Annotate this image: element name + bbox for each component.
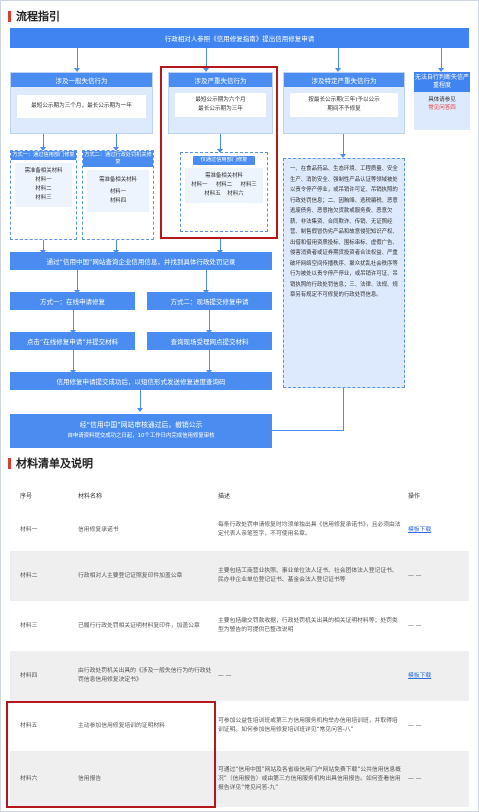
arrow-down-icon xyxy=(438,48,444,72)
section-title-text: 流程指引 xyxy=(16,10,60,23)
arrow-down-icon xyxy=(40,134,46,151)
way1-need: 需准备相关材料 xyxy=(24,168,63,174)
row-no: 材料二 xyxy=(10,551,78,601)
way1-list: 需准备相关材料 材料一 材料二 材料三 xyxy=(15,163,72,207)
table-row: 材料二 行政相对人主要登记证照复印件加盖公章 主要包括工商营业执照、事业单位法人… xyxy=(10,551,469,601)
section-title-text: 材料清单及说明 xyxy=(16,457,93,470)
highlight-serious xyxy=(160,66,278,239)
highlight-materials-5-6 xyxy=(6,701,216,808)
row-op: — — xyxy=(408,601,469,651)
material-item: 材料三 xyxy=(35,195,52,201)
arrow-down-icon xyxy=(206,310,212,334)
header-desc: 描述 xyxy=(218,482,408,509)
arrow-down-icon xyxy=(335,48,341,72)
row-op: — — xyxy=(408,551,469,601)
header-name: 材料名称 xyxy=(78,482,218,509)
arrow-down-icon xyxy=(70,310,76,334)
query-bar[interactable]: 通过“信用中国”网站查询企业信用信息，并找到具体行政处罚记录 xyxy=(10,252,272,270)
column-text: 按最长公示期(三年)予以公示 期间不予修复 xyxy=(290,93,398,117)
column-special: 涉及特定严重失信行为 按最长公示期(三年)予以公示 期间不予修复 xyxy=(283,72,405,134)
arrow-down-icon xyxy=(113,240,119,254)
arrow-down-icon xyxy=(340,134,346,158)
faq-four-link[interactable]: 常见问答四 xyxy=(414,104,470,112)
arrow-down-icon xyxy=(137,390,143,412)
column-general: 涉及一般失信行为 最短公示期为三个月，最长公示期为一年 xyxy=(10,72,153,134)
online-way[interactable]: 方式一：在线申请修复 xyxy=(10,292,135,310)
arrow-down-icon xyxy=(217,239,223,254)
arrow-down-icon xyxy=(113,134,119,151)
connector-line xyxy=(272,430,344,431)
material-item: 材料四 xyxy=(109,198,127,204)
row-desc: 可通过“信用中国”网站及各省级信用门户网站免费下载“公共信用信息概况”（信用报告… xyxy=(218,751,408,807)
row-no: 材料一 xyxy=(10,509,78,551)
title-bar-icon xyxy=(8,10,11,22)
row-desc: 主要包括缴交罚款收据，行政处罚机关出具的相关证明材料等；处罚类型为警告的可提供已… xyxy=(218,601,408,651)
row-name: 由行政处罚机关出具的《涉及一般失信行为的行政处罚信息信用修复决定书》 xyxy=(78,651,218,701)
row-desc: — — xyxy=(218,651,408,701)
sms-bar: 信用修复申请提交成功后，以短信形式发送修复进度查询码 xyxy=(10,372,272,390)
row-op: — — xyxy=(408,701,469,751)
side-line: 具体请参见 xyxy=(428,97,456,103)
onsite-step[interactable]: 查询现场受理网点提交材料 xyxy=(147,332,272,350)
column-text-line: 期间不予修复 xyxy=(327,106,361,112)
special-detail-text: 一、在食品药品、生态环境、工程质量、安全生产、消防安全、强制性产品认证等领域被处… xyxy=(283,158,405,388)
way2-box: 方式二：通过行政处罚机关修复 需准备相关材料 材料一 材料四 xyxy=(82,150,154,240)
arrow-down-icon xyxy=(203,48,209,72)
side-body: 具体请参见 常见问答四 xyxy=(414,96,470,112)
row-op: — — xyxy=(408,751,469,807)
row-desc: 主要包括工商营业执照、事业单位法人证书、社会团体法人登记证书、民办非企业单位登记… xyxy=(218,551,408,601)
way1-box: 方式一：通过信用部门修复 需准备相关材料 材料一 材料二 材料三 xyxy=(10,150,77,240)
row-name: 行政相对人主要登记证照复印件加盖公章 xyxy=(78,551,218,601)
final-bar-line2: 自申请资料提交成功之日起，10个工作日内完成信用修复审核 xyxy=(67,433,215,439)
table-row: 材料四 由行政处罚机关出具的《涉及一般失信行为的行政处罚信息信用修复决定书》 —… xyxy=(10,651,469,701)
template-download-link[interactable]: 模板下载 xyxy=(408,673,431,679)
material-item: 材料一 xyxy=(35,177,52,183)
section-title-process: 流程指引 xyxy=(8,8,60,24)
arrow-down-icon xyxy=(74,270,80,294)
header-no: 序号 xyxy=(10,482,78,509)
column-text: 最短公示期为三个月，最长公示期为一年 xyxy=(17,95,146,118)
final-bar-line1: 经“信用中国”网站审核通过后，撤销公示 xyxy=(79,421,203,429)
material-item: 材料二 xyxy=(35,186,52,192)
row-desc: 可参加公益性培训班或第三方信用服务机构举办信用培训班，并取得培训证明。如何参加信… xyxy=(218,701,408,751)
arrow-down-icon xyxy=(70,350,76,374)
final-bar: 经“信用中国”网站审核通过后，撤销公示 自申请资料提交成功之日起，10个工作日内… xyxy=(10,414,272,448)
onsite-way[interactable]: 方式二：现场提交修复申请 xyxy=(147,292,272,310)
side-head: 无法自行判断失信严重程度 xyxy=(414,72,470,92)
side-box: 无法自行判断失信严重程度 具体请参见 常见问答四 xyxy=(414,72,470,130)
row-no: 材料三 xyxy=(10,601,78,651)
row-name: 信用修复承诺书 xyxy=(78,509,218,551)
column-head: 涉及特定严重失信行为 xyxy=(284,73,404,87)
row-no: 材料四 xyxy=(10,651,78,701)
title-bar-icon xyxy=(8,457,11,469)
way2-need: 需准备相关材料 xyxy=(99,177,137,183)
way1-head: 方式一：通过信用部门修复 xyxy=(11,151,76,160)
connector-line xyxy=(343,388,344,431)
column-head: 涉及一般失信行为 xyxy=(11,73,152,87)
arrow-down-icon xyxy=(206,350,212,374)
material-item: 材料一 xyxy=(109,189,127,195)
way2-list: 需准备相关材料 材料一 材料四 xyxy=(87,170,149,212)
header-op: 操作 xyxy=(408,482,469,509)
top-bar: 行政相对人参照《信用修复指南》提出信用修复申请 xyxy=(10,28,469,48)
table-row: 材料一 信用修复承诺书 每条行政处罚申请修复时均须单独出具《信用修复承诺书》，且… xyxy=(10,509,469,551)
row-desc: 每条行政处罚申请修复时均须单独出具《信用修复承诺书》，且必须由法定代表人亲笔签字… xyxy=(218,509,408,551)
table-header-row: 序号 材料名称 描述 操作 xyxy=(10,482,469,509)
arrow-down-icon xyxy=(203,270,209,294)
arrow-down-icon xyxy=(74,48,80,72)
column-text-line: 按最长公示期(三年)予以公示 xyxy=(308,97,380,103)
way2-head: 方式二：通过行政处罚机关修复 xyxy=(83,151,153,167)
arrow-down-icon xyxy=(40,240,46,254)
online-step[interactable]: 点击“在线修复申请”并提交材料 xyxy=(10,332,135,350)
template-download-link[interactable]: 模板下载 xyxy=(408,527,431,533)
table-row: 材料三 已履行行政处罚相关证明材料复印件，加盖公章 主要包括缴交罚款收据，行政处… xyxy=(10,601,469,651)
row-name: 已履行行政处罚相关证明材料复印件，加盖公章 xyxy=(78,601,218,651)
section-title-materials: 材料清单及说明 xyxy=(8,455,93,471)
